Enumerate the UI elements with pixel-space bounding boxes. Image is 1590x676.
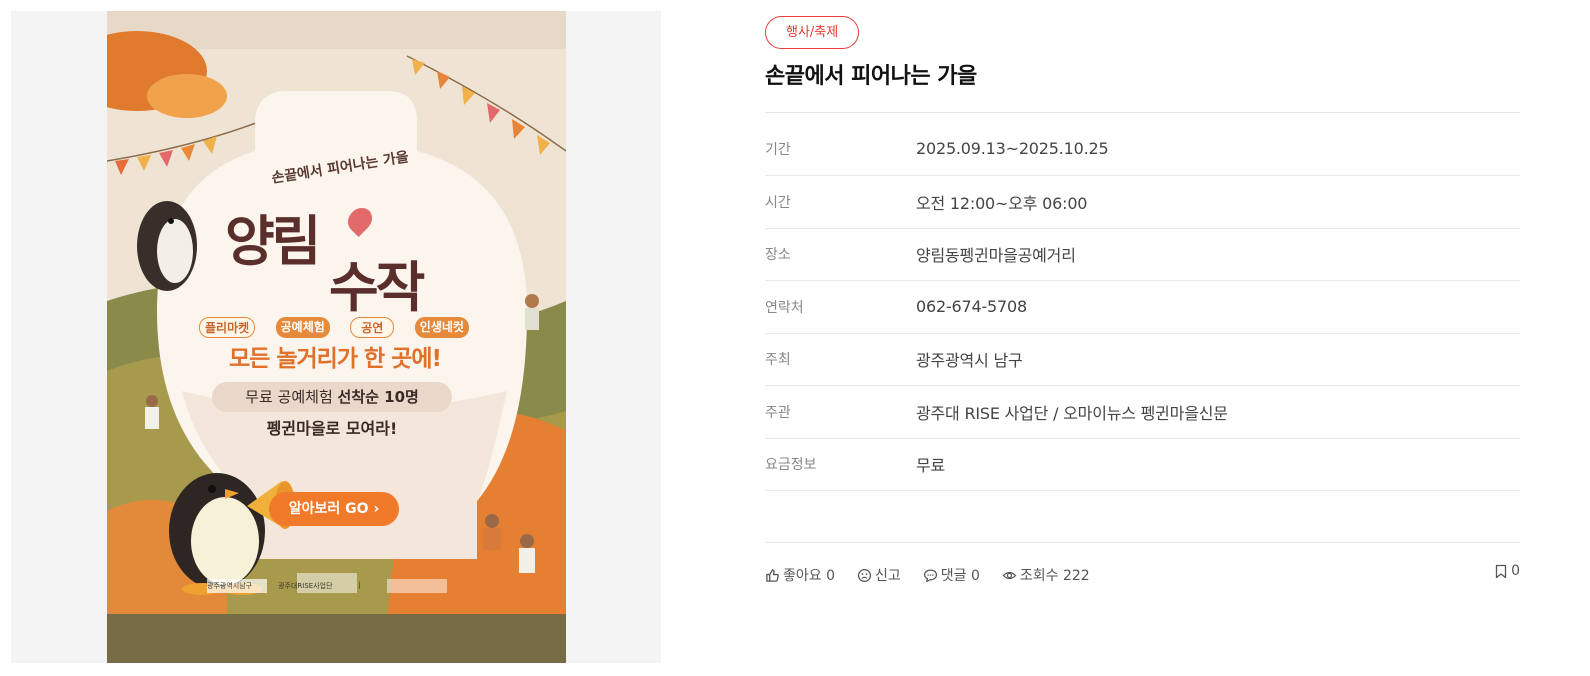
action-bar: 좋아요 0 신고 댓글 0 조회수 222 0 [765, 542, 1520, 602]
detail-value: 062-674-5708 [916, 297, 1027, 317]
chat-bubble-icon [923, 568, 937, 582]
report-button[interactable]: 신고 [857, 565, 901, 585]
poster-sponsors: 광주광역시남구 광주대RISE사업단 | [207, 581, 467, 591]
thumbs-up-icon [766, 568, 779, 582]
eye-icon [1002, 571, 1017, 579]
detail-value: 양림동펭귄마을공예거리 [916, 246, 1076, 266]
detail-row-contact: 연락처 062-674-5708 [765, 281, 1520, 334]
bookmark-icon [1495, 564, 1507, 578]
detail-row-organizer: 주관 광주대 RISE 사업단 / 오마이뉴스 펭귄마을신문 [765, 386, 1520, 439]
detail-value: 2025.09.13~2025.10.25 [916, 139, 1109, 158]
detail-label: 시간 [765, 194, 791, 211]
event-poster[interactable]: 손끝에서 피어나는 가을 양림 수작 플리마켓 공예체험 공연 인생네컷 모든 … [107, 11, 566, 663]
detail-label: 장소 [765, 247, 791, 264]
comment-label: 댓글 0 [940, 568, 980, 584]
bookmark-button[interactable]: 0 [1495, 563, 1520, 579]
poster-cta-label: 알아보러 GO [288, 501, 369, 517]
like-label: 좋아요 0 [783, 568, 835, 584]
poster-panel: 손끝에서 피어나는 가을 양림 수작 플리마켓 공예체험 공연 인생네컷 모든 … [11, 11, 661, 663]
event-title: 손끝에서 피어나는 가을 [765, 64, 977, 89]
views-count: 조회수 222 [1002, 565, 1090, 585]
detail-label: 기간 [765, 141, 791, 158]
views-label: 조회수 222 [1019, 568, 1090, 584]
poster-free-offer-prefix: 무료 공예체험 [245, 388, 338, 406]
like-button[interactable]: 좋아요 0 [765, 565, 835, 585]
event-details: 기간 2025.09.13~2025.10.25 시간 오전 12:00~오후 … [765, 122, 1520, 491]
report-label: 신고 [875, 568, 901, 584]
event-detail-page: 손끝에서 피어나는 가을 양림 수작 플리마켓 공예체험 공연 인생네컷 모든 … [0, 0, 1590, 676]
comment-button[interactable]: 댓글 0 [923, 565, 980, 585]
poster-free-offer-strong: 선착순 10명 [337, 388, 419, 406]
chevron-right-icon: › [373, 501, 380, 517]
poster-cta-button[interactable]: 알아보러 GO › [269, 492, 399, 526]
sad-face-icon [857, 568, 872, 582]
detail-label: 주관 [765, 404, 791, 421]
poster-gather: 펭귄마을로 모여라! [266, 419, 398, 438]
poster-tag-craft: 공예체험 [275, 317, 330, 338]
poster-tag-photo: 인생네컷 [414, 317, 469, 338]
detail-row-period: 기간 2025.09.13~2025.10.25 [765, 122, 1520, 176]
detail-value: 광주대 RISE 사업단 / 오마이뉴스 펭귄마을신문 [916, 403, 1228, 423]
poster-headline-top: 양림 [225, 210, 321, 273]
sponsor-rise: 광주대RISE사업단 [278, 582, 333, 590]
bookmark-count: 0 [1511, 563, 1520, 579]
poster-headline-bottom: 수작 [329, 256, 425, 319]
detail-row-host: 주최 광주광역시 남구 [765, 334, 1520, 386]
poster-tagline: 모든 놀거리가 한 곳에! [229, 346, 442, 372]
detail-label: 주최 [765, 352, 791, 369]
sponsor-namgu: 광주광역시남구 [207, 582, 253, 590]
poster-tag-show: 공연 [350, 317, 395, 338]
action-list: 좋아요 0 신고 댓글 0 조회수 222 [765, 565, 1090, 585]
title-divider [765, 112, 1520, 113]
event-info: 행사/축제 손끝에서 피어나는 가을 기간 2025.09.13~2025.10… [765, 16, 1520, 491]
category-badge[interactable]: 행사/축제 [765, 16, 860, 49]
poster-free-offer: 무료 공예체험 선착순 10명 [212, 382, 452, 412]
poster-tag-fleamarket: 플리마켓 [199, 317, 256, 338]
detail-label: 연락처 [765, 299, 804, 316]
detail-row-place: 장소 양림동펭귄마을공예거리 [765, 229, 1520, 281]
detail-row-fee: 요금정보 무료 [765, 439, 1520, 491]
detail-value: 광주광역시 남구 [916, 351, 1023, 371]
detail-value: 무료 [916, 456, 946, 476]
sponsor-divider: | [358, 581, 361, 589]
detail-value: 오전 12:00~오후 06:00 [916, 193, 1088, 213]
poster-tags: 플리마켓 공예체험 공연 인생네컷 [199, 317, 469, 338]
detail-label: 요금정보 [765, 457, 817, 474]
detail-row-time: 시간 오전 12:00~오후 06:00 [765, 176, 1520, 229]
